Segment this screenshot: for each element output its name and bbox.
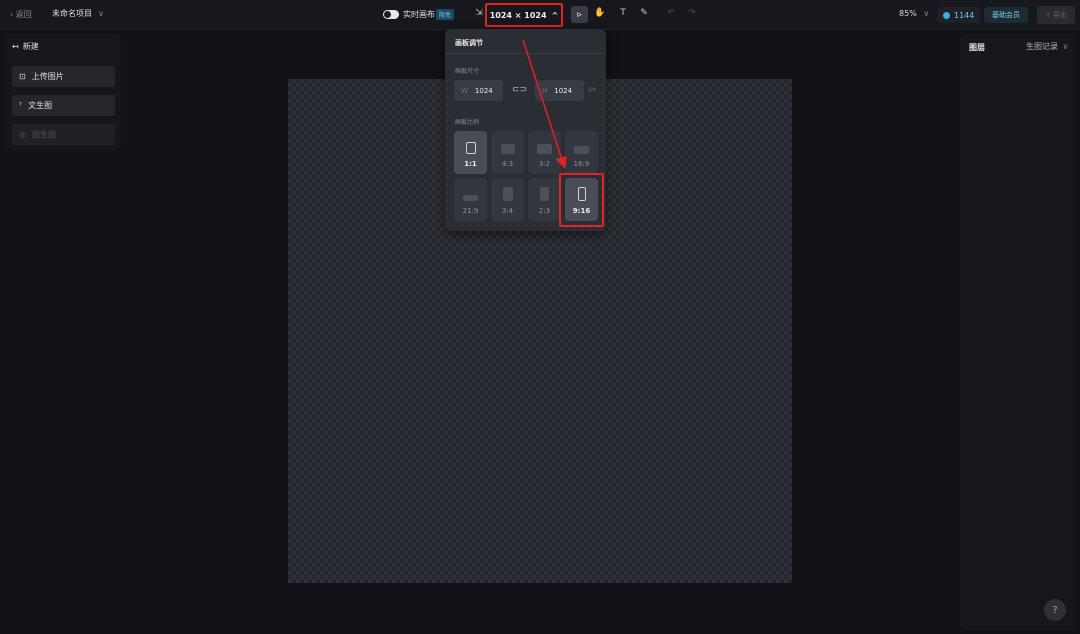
text-icon: T [620,8,626,18]
realtime-canvas-label: 实时画布 [403,10,435,19]
canvas-size-button[interactable]: 1024 × 1024 ^ [485,3,563,27]
ratio-shape-icon [500,144,515,154]
text-to-image-icon: ᵀ [19,101,23,110]
ratio-label: 3:2 [538,160,551,168]
layers-tab[interactable]: 图层 [969,42,985,53]
new-icon: ↤ [12,42,19,51]
upload-image-label: 上传图片 [31,72,64,81]
unit-label: px [589,86,597,93]
highlight-box [559,173,604,227]
ratio-shape-icon [540,187,549,201]
height-value: 1024 [554,86,573,95]
popup-title: 画板调节 [455,39,483,47]
free-badge: 限免 [436,9,455,20]
ratio-option-2-3[interactable]: 2:3 [528,178,561,221]
image-to-image-button[interactable]: ◎ 图生图 [12,124,115,145]
link-icon[interactable]: ⊂⊃ [512,85,527,95]
ratio-label: 4:3 [501,160,514,168]
zoom-value: 85% [899,9,917,18]
chevron-up-icon: ^ [551,10,559,20]
ratio-option-21-9[interactable]: 21:9 [454,178,487,221]
ratio-option-16-9[interactable]: 16:9 [565,131,598,174]
cursor-icon: ▹ [577,9,582,20]
chevron-down-icon: ∨ [923,9,930,18]
brush-icon: ✎ [640,8,648,18]
ratio-shape-icon [574,146,589,154]
upload-image-icon: ⊡ [19,72,26,81]
right-panel [960,34,1075,630]
undo-icon: ↶ [667,8,675,18]
text-to-image-label: 文生图 [28,101,53,110]
width-input[interactable]: W 1024 [454,80,503,101]
ratio-label: 3:4 [501,207,514,215]
ratio-shape-icon [537,144,552,154]
height-label: H [542,86,548,95]
ratio-option-1-1[interactable]: 1:1 [454,131,487,174]
ratio-option-3-2[interactable]: 3:2 [528,131,561,174]
width-value: 1024 [474,86,493,95]
upload-image-button[interactable]: ⊡ 上传图片 [12,66,115,87]
realtime-canvas-toggle[interactable] [383,10,399,19]
redo-button[interactable]: ↷ [685,8,699,18]
popup-divider [445,53,606,54]
new-label: 新建 [22,42,39,51]
image-to-image-label: 图生图 [31,130,56,139]
project-name-dropdown[interactable]: 未命名项目 ∨ [52,8,104,19]
help-button[interactable]: ? [1044,599,1066,621]
undo-button[interactable]: ↶ [664,8,678,18]
chevron-down-icon: ∨ [98,9,104,18]
resize-icon[interactable]: ⇲ [472,8,486,18]
height-input[interactable]: H 1024 [535,80,584,101]
image-to-image-icon: ◎ [19,130,26,139]
export-button[interactable]: ⇩ 导出 [1037,6,1075,24]
select-tool-button[interactable]: ▹ [571,6,588,23]
brush-tool-button[interactable]: ✎ [637,8,651,18]
credits-value: 1144 [954,10,975,20]
ratio-option-3-4[interactable]: 3:4 [491,178,524,221]
ratio-label: 21:9 [462,207,479,215]
hand-tool-button[interactable]: ✋ [593,8,607,18]
redo-icon: ↷ [688,8,696,18]
text-tool-button[interactable]: T [616,8,630,18]
back-button[interactable]: ‹ 返回 [10,9,32,20]
generation-history-dropdown[interactable]: 生图记录 ∨ [1026,41,1068,52]
ratio-label: 1:1 [464,160,477,168]
new-button[interactable]: ↤ 新建 [12,41,39,52]
project-name: 未命名项目 [52,9,92,18]
ratio-shape-icon [463,195,478,201]
ratio-section-label: 画板比例 [455,119,480,126]
canvas-size-label: 1024 × 1024 [489,10,547,20]
ratio-option-4-3[interactable]: 4:3 [491,131,524,174]
ratio-shape-icon [502,187,513,201]
ratio-shape-icon [465,142,476,154]
text-to-image-button[interactable]: ᵀ 文生图 [12,95,115,116]
hand-icon: ✋ [594,8,606,18]
history-label: 生图记录 [1026,42,1058,51]
zoom-dropdown[interactable]: 85% ∨ [899,9,929,18]
ratio-label: 2:3 [538,207,551,215]
credit-coin-icon [943,11,950,19]
credits-counter[interactable]: 1144 [937,7,981,23]
chevron-down-icon: ∨ [1062,42,1069,51]
membership-button[interactable]: 基础会员 [984,7,1028,23]
ratio-label: 16:9 [573,160,590,168]
width-label: W [461,86,468,95]
size-section-label: 画板尺寸 [455,68,480,75]
